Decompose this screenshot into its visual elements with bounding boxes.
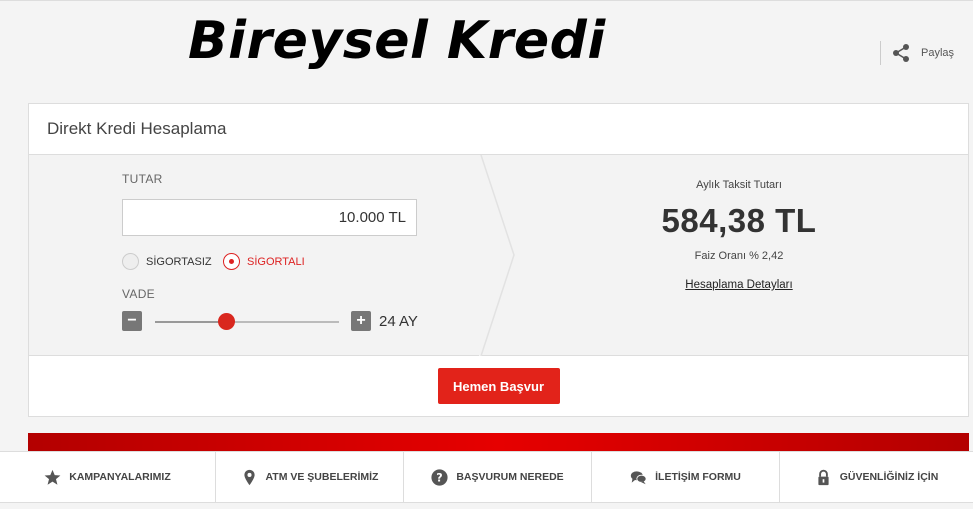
nav-item-security[interactable]: GÜVENLİĞİNİZ İÇİN (780, 452, 973, 502)
nav-item-contact-form[interactable]: İLETİŞİM FORMU (592, 452, 780, 502)
term-value: 24 AY (379, 313, 418, 330)
radio-uninsured[interactable]: SİGORTASIZ (122, 253, 212, 270)
calculator-footer: Hemen Başvur (29, 356, 968, 416)
chat-icon (630, 470, 647, 484)
nav-label-campaigns: KAMPANYALARIMIZ (69, 471, 171, 483)
term-slider-fill (155, 321, 227, 323)
share-button[interactable]: Paylaş (880, 41, 954, 65)
radio-insured[interactable]: SİGORTALI (223, 253, 305, 270)
calculator-heading: Direkt Kredi Hesaplama (29, 104, 968, 155)
divider-arrow (479, 155, 515, 356)
nav-item-atm-branches[interactable]: ATM VE ŞUBELERİMİZ (216, 452, 404, 502)
monthly-installment-caption: Aylık Taksit Tutarı (696, 179, 782, 191)
term-increase-button[interactable]: + (351, 311, 371, 331)
term-slider-thumb[interactable] (218, 313, 236, 330)
term-slider[interactable] (155, 313, 339, 330)
nav-label-atm-branches: ATM VE ŞUBELERİMİZ (265, 471, 379, 483)
top-header: Bireysel Kredi Paylaş (0, 0, 973, 100)
radio-circle-selected (223, 253, 240, 270)
amount-label: TUTAR (122, 172, 163, 186)
lock-icon (818, 469, 829, 485)
radio-label-insured: SİGORTALI (247, 255, 305, 268)
term-decrease-button[interactable]: − (122, 311, 142, 331)
calculator-body: TUTAR SİGORTASIZ SİGORTALI VADE − + 24 A… (29, 155, 968, 356)
nav-item-application-status[interactable]: ? BAŞVURUM NEREDE (404, 452, 592, 502)
amount-input[interactable] (122, 199, 417, 236)
calculation-details-link[interactable]: Hesaplama Detayları (589, 279, 889, 291)
term-label: VADE (122, 287, 155, 301)
nav-label-contact-form: İLETİŞİM FORMU (655, 471, 741, 483)
nav-label-application-status: BAŞVURUM NEREDE (456, 471, 564, 483)
apply-now-button[interactable]: Hemen Başvur (437, 368, 560, 404)
interest-rate-text: Faiz Oranı % 2,42 (694, 250, 784, 262)
share-icon (893, 44, 909, 62)
star-icon (44, 469, 61, 485)
location-pin-icon (243, 469, 255, 485)
loan-calculator-card: Direkt Kredi Hesaplama TUTAR SİGORTASIZ … (28, 103, 969, 417)
svg-text:?: ? (437, 471, 443, 484)
nav-item-campaigns[interactable]: KAMPANYALARIMIZ (0, 452, 216, 502)
bottom-nav: KAMPANYALARIMIZ ATM VE ŞUBELERİMİZ ? BAŞ… (0, 451, 973, 503)
page-title: Bireysel Kredi (188, 11, 606, 71)
share-label: Paylaş (921, 47, 955, 59)
radio-label-uninsured: SİGORTASIZ (146, 255, 212, 268)
radio-circle (122, 253, 139, 270)
monthly-installment-amount: 584,38 TL (661, 202, 817, 239)
red-banner (28, 433, 969, 453)
nav-label-security: GÜVENLİĞİNİZ İÇİN (839, 471, 939, 483)
question-icon: ? (431, 468, 448, 486)
